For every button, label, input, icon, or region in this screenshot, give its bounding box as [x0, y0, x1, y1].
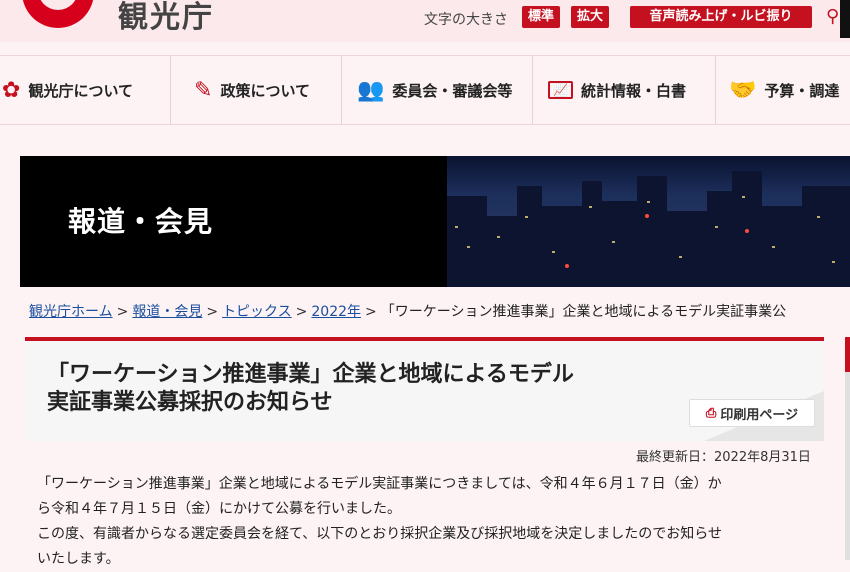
page-title-line: 実証事業公募採択のお知らせ — [47, 390, 333, 415]
body-line: 「ワーケーション推進事業」企業と地域によるモデル実証事業につきましては、令和４年… — [37, 476, 722, 492]
font-size-standard-button[interactable]: 標準 — [522, 6, 561, 28]
nav-item-about[interactable]: ✿ 観光庁について — [0, 56, 171, 124]
print-page-label: 印刷用ページ — [720, 407, 799, 423]
body-line: ら令和４年７月１５日（金）にかけて公募を行いました。 — [37, 501, 401, 517]
breadcrumb-separator: > — [295, 304, 308, 320]
city-night-image — [447, 156, 850, 287]
global-nav: ✿ 観光庁について ✎ 政策について 👥 委員会・審議会等 📈 統計情報・白書 … — [0, 55, 850, 125]
article-body: 「ワーケーション推進事業」企業と地域によるモデル実証事業につきましては、令和４年… — [37, 472, 817, 572]
page-title-line: 「ワーケーション推進事業」企業と地域によるモデル — [47, 362, 574, 387]
people-icon: 👥 — [357, 77, 385, 103]
nav-item-label: 委員会・審議会等 — [392, 81, 513, 100]
nav-item-budget[interactable]: 🤝 予算・調達 — [717, 56, 850, 124]
section-banner: 報道・会見 — [20, 156, 850, 287]
article-title-box: 「ワーケーション推進事業」企業と地域によるモデル 実証事業公募採択のお知らせ ⎙… — [25, 337, 824, 441]
breadcrumb-home-link[interactable]: 観光庁ホーム — [29, 304, 113, 320]
nav-item-label: 政策について — [220, 81, 310, 100]
font-size-large-button[interactable]: 拡大 — [571, 6, 610, 28]
header-edge — [840, 0, 850, 38]
side-scroll-area — [845, 372, 850, 560]
breadcrumb-year-link[interactable]: 2022年 — [311, 304, 361, 320]
breadcrumb-separator: > — [206, 304, 219, 320]
nav-item-policy[interactable]: ✎ 政策について — [170, 56, 342, 124]
print-page-button[interactable]: ⎙ 印刷用ページ — [689, 399, 815, 427]
voice-reading-button[interactable]: 音声読み上げ・ルビ振り — [630, 6, 812, 28]
breadcrumb: 観光庁ホーム > 報道・会見 > トピックス >2022年 > 「ワーケーション推進事業」企業… — [29, 301, 786, 321]
breadcrumb-current: 「ワーケーション推進事業」企業と地域によるモデル実証事業公 — [380, 304, 787, 320]
handshake-icon: 🤝 — [729, 77, 757, 103]
nav-item-committees[interactable]: 👥 委員会・審議会等 — [343, 56, 533, 124]
breadcrumb-topics-link[interactable]: トピックス — [222, 304, 292, 320]
breadcrumb-separator: > — [365, 304, 377, 320]
flower-icon: ✿ — [2, 77, 21, 103]
nav-item-label: 統計情報・白書 — [580, 81, 686, 100]
pencil-icon: ✎ — [194, 77, 213, 103]
font-size-label: 文字の大きさ — [424, 12, 508, 28]
breadcrumb-separator: > — [116, 304, 129, 320]
body-line: この度、有識者からなる選定委員会を経て、以下のとおり採択企業及び採択地域を決定し… — [37, 526, 723, 542]
nav-item-label: 予算・調達 — [764, 81, 840, 100]
site-header: 観光庁 文字の大きさ 標準 拡大 音声読み上げ・ルビ振り ⚲ — [0, 0, 850, 42]
nav-item-label: 観光庁について — [28, 81, 133, 100]
location-pin-icon[interactable]: ⚲ — [826, 6, 839, 27]
last-updated: 最終更新日：2022年8月31日 — [636, 450, 811, 465]
page-title: 「ワーケーション推進事業」企業と地域によるモデル 実証事業公募採択のお知らせ — [47, 361, 574, 417]
printer-icon: ⎙ — [705, 405, 717, 421]
chart-icon: 📈 — [548, 81, 573, 99]
banner-title: 報道・会見 — [68, 205, 214, 238]
breadcrumb-press-link[interactable]: 報道・会見 — [132, 304, 202, 320]
nav-item-statistics[interactable]: 📈 統計情報・白書 — [534, 56, 716, 124]
side-accent — [845, 337, 850, 372]
site-logo-text[interactable]: 観光庁 — [118, 0, 214, 36]
logo-icon[interactable] — [22, 0, 94, 28]
